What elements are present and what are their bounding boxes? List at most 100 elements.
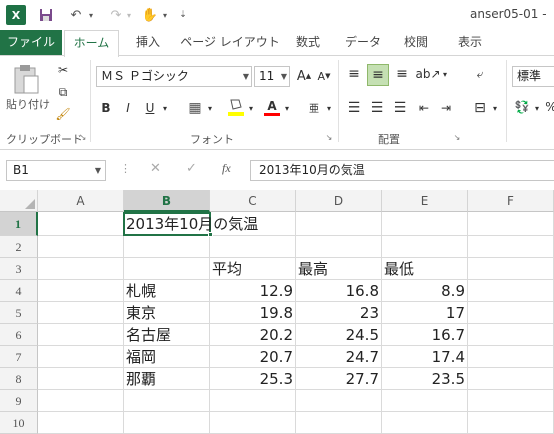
font-color-dropdown-icon[interactable]: ▾ (282, 98, 292, 118)
tab-home[interactable]: ホーム (64, 30, 119, 57)
row-header-1[interactable]: 1 (0, 212, 38, 236)
orientation-icon[interactable]: ab↗ (415, 64, 440, 84)
cell-c3-header[interactable]: 平均 (210, 258, 242, 280)
decrease-font-size-icon[interactable]: A ▼ (316, 66, 332, 86)
cell-b1-title[interactable]: 2013年10月の気温 (124, 212, 258, 236)
font-name-select[interactable]: ＭＳ Ｐゴシック ▼ (96, 66, 252, 87)
touch-dropdown-icon[interactable]: ▾ (160, 5, 170, 25)
tab-data[interactable]: データ (340, 30, 386, 56)
cell-min[interactable]: 23.5 (382, 368, 468, 390)
decrease-indent-icon[interactable]: ⇤ (414, 98, 434, 118)
column-header-a[interactable]: A (38, 190, 124, 212)
align-left-icon[interactable]: ☰ (344, 98, 364, 118)
merge-center-icon[interactable]: ⊟ (470, 98, 490, 118)
cell-city[interactable]: 名古屋 (124, 324, 210, 346)
copy-icon[interactable]: ⧉ (54, 83, 72, 101)
row-header-5[interactable]: 5 (0, 302, 38, 324)
underline-button[interactable]: U (142, 98, 158, 118)
align-bottom-icon[interactable]: ≡ (392, 64, 412, 84)
clipboard-launcher-icon[interactable]: ↘ (78, 132, 88, 142)
column-header-e[interactable]: E (382, 190, 468, 212)
fill-color-dropdown-icon[interactable]: ▾ (246, 98, 256, 118)
select-all-corner[interactable] (0, 190, 38, 212)
cell-avg[interactable]: 20.7 (210, 346, 296, 368)
redo-icon[interactable]: ↷ (106, 5, 126, 25)
enter-icon[interactable]: ✓ (186, 161, 197, 176)
tab-review[interactable]: 校閲 (396, 30, 436, 56)
cell-max[interactable]: 23 (296, 302, 382, 324)
paste-icon[interactable] (8, 62, 44, 96)
font-launcher-icon[interactable]: ↘ (324, 132, 334, 142)
drag-handle-icon[interactable]: ⋮ (120, 162, 131, 175)
formula-input[interactable]: 2013年10月の気温 (250, 160, 554, 181)
cell-d3-header[interactable]: 最高 (296, 258, 328, 280)
cell-max[interactable]: 24.5 (296, 324, 382, 346)
row-header-2[interactable]: 2 (0, 236, 38, 258)
row-header-10[interactable]: 10 (0, 412, 38, 434)
tab-view[interactable]: 表示 (450, 30, 490, 56)
excel-logo-icon[interactable]: X (6, 5, 26, 25)
align-middle-icon[interactable]: ≡ (367, 64, 389, 86)
save-icon[interactable] (36, 5, 56, 25)
underline-dropdown-icon[interactable]: ▾ (160, 98, 170, 118)
orientation-dropdown-icon[interactable]: ▾ (440, 64, 450, 84)
row-header-7[interactable]: 7 (0, 346, 38, 368)
alignment-launcher-icon[interactable]: ↘ (452, 132, 462, 142)
column-header-c[interactable]: C (210, 190, 296, 212)
redo-dropdown-icon[interactable]: ▾ (124, 5, 134, 25)
cell-min[interactable]: 17.4 (382, 346, 468, 368)
column-header-b[interactable]: B (124, 190, 210, 212)
cell-min[interactable]: 17 (382, 302, 468, 324)
cell-min[interactable]: 8.9 (382, 280, 468, 302)
increase-indent-icon[interactable]: ⇥ (436, 98, 456, 118)
tab-insert[interactable]: 挿入 (128, 30, 168, 56)
accounting-format-icon[interactable]: 💱 (512, 96, 532, 118)
borders-dropdown-icon[interactable]: ▾ (205, 98, 215, 118)
cell-avg[interactable]: 19.8 (210, 302, 296, 324)
row-header-9[interactable]: 9 (0, 390, 38, 412)
paste-label[interactable]: 貼り付け (6, 96, 50, 112)
number-format-select[interactable]: 標準 (512, 66, 554, 87)
row-header-6[interactable]: 6 (0, 324, 38, 346)
fill-color-icon[interactable] (226, 96, 246, 118)
cell-city[interactable]: 福岡 (124, 346, 210, 368)
cell-city[interactable]: 東京 (124, 302, 210, 324)
align-right-icon[interactable]: ☰ (390, 98, 410, 118)
cell-max[interactable]: 27.7 (296, 368, 382, 390)
touch-mode-icon[interactable]: ✋ (140, 5, 160, 25)
undo-icon[interactable]: ↶ (66, 5, 86, 25)
insert-function-icon[interactable]: fx (222, 161, 231, 176)
column-header-f[interactable]: F (468, 190, 554, 212)
cancel-icon[interactable]: ✕ (150, 161, 161, 176)
cell-max[interactable]: 16.8 (296, 280, 382, 302)
format-painter-icon[interactable]: 🖌 (54, 105, 72, 123)
tab-page-layout[interactable]: ページ レイアウト (180, 30, 280, 56)
bold-button[interactable]: B (98, 98, 114, 118)
align-center-icon[interactable]: ☰ (367, 98, 387, 118)
font-color-icon[interactable]: A (262, 96, 282, 118)
customize-qat-icon[interactable]: ⇣ (176, 5, 190, 25)
phonetic-guide-icon[interactable]: 亜 (304, 96, 324, 118)
tab-formulas[interactable]: 数式 (288, 30, 328, 56)
name-box[interactable]: B1 ▼ (6, 160, 106, 181)
align-top-icon[interactable]: ≡ (344, 64, 364, 84)
row-header-3[interactable]: 3 (0, 258, 38, 280)
tab-file[interactable]: ファイル (0, 30, 62, 56)
increase-font-size-icon[interactable]: A ▲ (296, 66, 312, 86)
cell-e3-header[interactable]: 最低 (382, 258, 414, 280)
borders-icon[interactable]: ▦ (186, 98, 204, 118)
row-header-4[interactable]: 4 (0, 280, 38, 302)
italic-button[interactable]: I (120, 98, 136, 118)
accounting-dropdown-icon[interactable]: ▾ (532, 98, 542, 118)
cell-city[interactable]: 札幌 (124, 280, 210, 302)
cell-min[interactable]: 16.7 (382, 324, 468, 346)
cut-icon[interactable]: ✂ (54, 61, 72, 79)
cell-max[interactable]: 24.7 (296, 346, 382, 368)
cell-avg[interactable]: 25.3 (210, 368, 296, 390)
wrap-text-icon[interactable]: ⤶ (470, 64, 490, 84)
phonetic-dropdown-icon[interactable]: ▾ (324, 98, 334, 118)
undo-dropdown-icon[interactable]: ▾ (86, 5, 96, 25)
font-size-select[interactable]: 11 ▼ (254, 66, 290, 87)
cell-avg[interactable]: 12.9 (210, 280, 296, 302)
column-header-d[interactable]: D (296, 190, 382, 212)
